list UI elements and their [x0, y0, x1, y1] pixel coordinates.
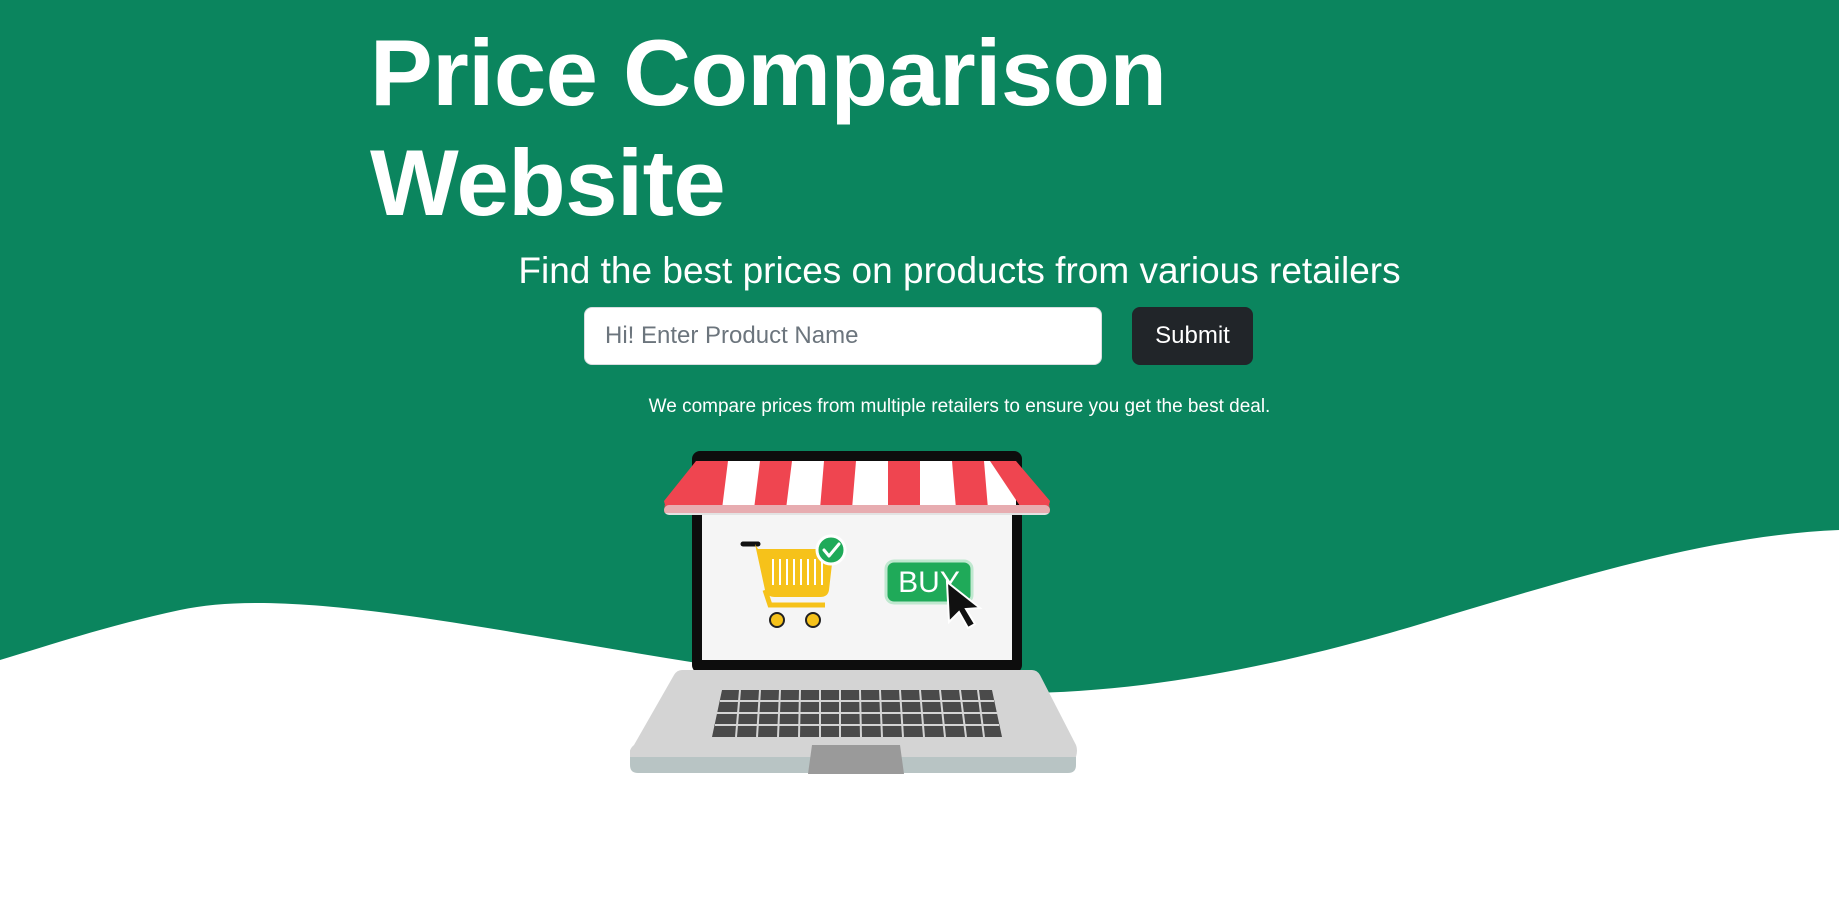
- hero-subtitle: Find the best prices on products from va…: [518, 250, 1401, 291]
- check-badge-icon: [815, 534, 847, 566]
- product-search-input[interactable]: [584, 307, 1102, 365]
- laptop-base: [630, 670, 1077, 774]
- submit-button[interactable]: Submit: [1132, 307, 1253, 365]
- laptop-shop-illustration: BUY: [630, 451, 1077, 774]
- shop-awning: [664, 461, 1050, 515]
- landing-page: Price Comparison Website Find the best p…: [0, 0, 1839, 914]
- page-title: Price Comparison Website: [370, 20, 1167, 235]
- hero-note: We compare prices from multiple retailer…: [648, 396, 1271, 417]
- laptop-trackpad: [808, 745, 904, 774]
